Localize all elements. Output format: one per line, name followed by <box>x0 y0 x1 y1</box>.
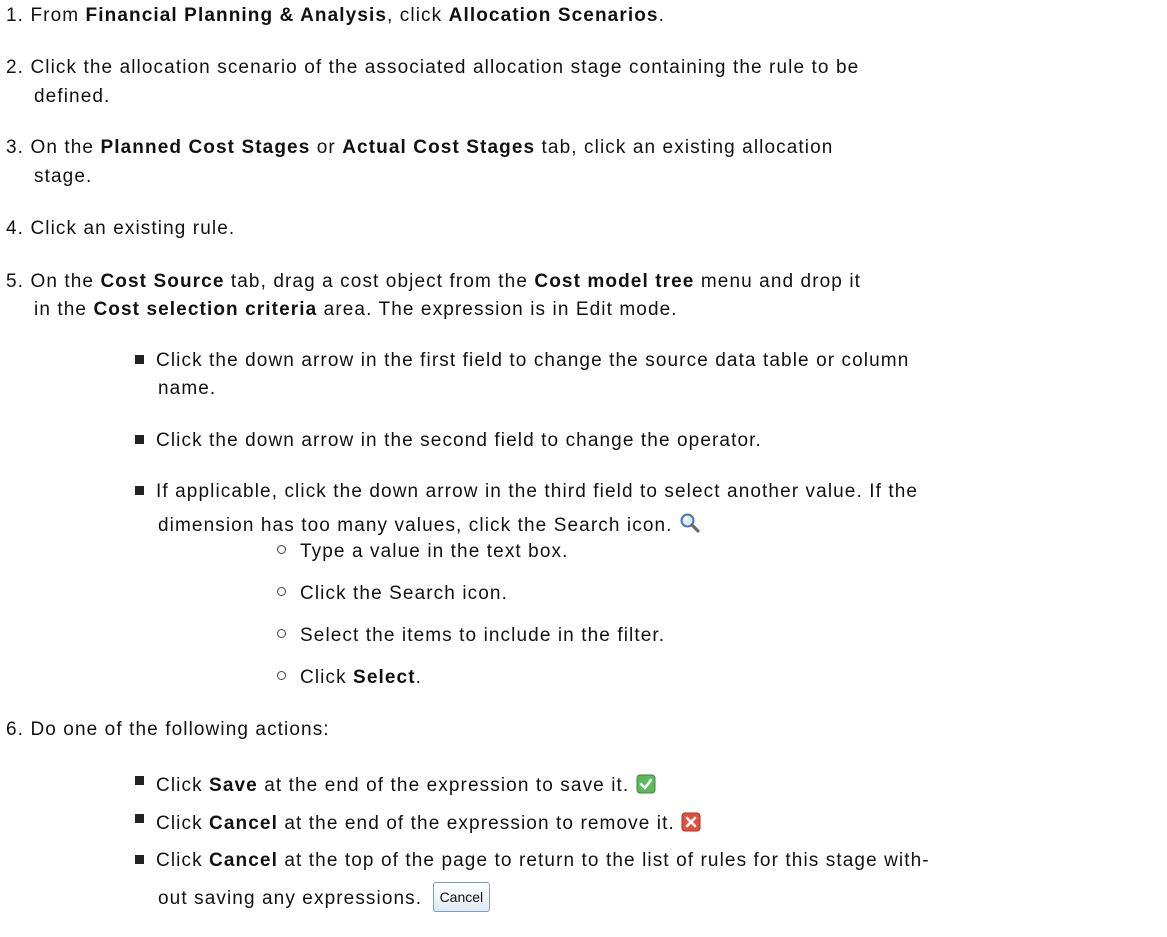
sub-bullet-item: Click Select. <box>277 666 422 690</box>
step-text: On the <box>30 271 101 292</box>
ui-term: Planned Cost Stages <box>100 137 311 158</box>
sub-bullet-item: Click the Search icon. <box>277 582 508 606</box>
ui-term: Allocation Scenarios <box>448 5 659 26</box>
ui-term: Save <box>209 775 258 796</box>
bullet-circle <box>277 545 286 554</box>
bullet-square <box>135 355 144 364</box>
bullet-item: If applicable, click the down arrow in t… <box>135 480 918 504</box>
action-item: Click Cancel at the end of the expressio… <box>135 812 701 839</box>
bullet-text: dimension has too many values, click the… <box>158 515 673 536</box>
step-number: 6. <box>6 719 25 740</box>
step-number: 5. <box>6 271 25 292</box>
step-text: tab, click an existing allocation <box>535 137 834 158</box>
action-text: Click <box>156 775 210 796</box>
step-text: On the <box>30 137 101 158</box>
step-1: 1. From Financial Planning & Analysis, c… <box>6 4 665 28</box>
step-number: 4. <box>6 218 25 239</box>
cancel-button: Cancel <box>432 882 491 912</box>
step-text: area. The expression is in Edit mode. <box>317 299 678 320</box>
sub-bullet-text: Click the Search icon. <box>300 583 508 604</box>
bullet-item: Click the down arrow in the first field … <box>135 349 909 373</box>
step-5-continued: in the Cost selection criteria area. The… <box>34 298 678 322</box>
action-text: at the end of the expression to save it. <box>257 775 630 796</box>
action-text: at the top of the page to return to the … <box>277 850 930 871</box>
step-text: tab, drag a cost object from the <box>224 271 535 292</box>
step-text: Click the allocation scenario of the ass… <box>30 57 860 78</box>
step-6: 6. Do one of the following actions: <box>6 718 330 742</box>
step-2-continued: defined. <box>34 86 111 107</box>
bullet-item-continued: dimension has too many values, click the… <box>158 512 701 541</box>
bullet-square <box>135 814 144 823</box>
bullet-circle <box>277 629 286 638</box>
step-number: 1. <box>6 5 25 26</box>
search-icon <box>679 512 701 541</box>
ui-term: Financial Planning & Analysis <box>85 5 388 26</box>
action-item: Click Save at the end of the expression … <box>135 774 656 801</box>
step-text: Do one of the following actions: <box>30 719 330 740</box>
bullet-square <box>135 855 144 864</box>
ui-term: Cancel <box>209 813 278 834</box>
action-text: Click <box>156 850 210 871</box>
ui-term: Actual Cost Stages <box>342 137 536 158</box>
bullet-circle <box>277 671 286 680</box>
step-text: . <box>658 5 665 26</box>
ui-term: Select <box>353 667 416 688</box>
step-text: or <box>310 137 343 158</box>
action-text: out saving any expressions. <box>158 888 423 909</box>
bullet-text: If applicable, click the down arrow in t… <box>156 481 919 502</box>
close-icon <box>681 812 701 839</box>
sub-bullet-text: Select the items to include in the filte… <box>300 625 666 646</box>
bullet-square <box>135 486 144 495</box>
bullet-square <box>135 435 144 444</box>
step-3: 3. On the Planned Cost Stages or Actual … <box>6 136 833 160</box>
step-2: 2. Click the allocation scenario of the … <box>6 56 859 80</box>
sub-bullet-text: . <box>415 667 423 688</box>
step-text: menu and drop it <box>694 271 862 292</box>
bullet-item-continued: name. <box>158 378 217 399</box>
ui-term: Cancel <box>209 850 278 871</box>
checkmark-icon <box>636 774 656 801</box>
step-5: 5. On the Cost Source tab, drag a cost o… <box>6 270 861 294</box>
sub-bullet-text: Click <box>300 667 354 688</box>
step-text: Click an existing rule. <box>30 218 236 239</box>
action-item: Click Cancel at the top of the page to r… <box>135 849 930 873</box>
step-text: in the <box>34 299 94 320</box>
sub-bullet-item: Select the items to include in the filte… <box>277 624 665 648</box>
bullet-item: Click the down arrow in the second field… <box>135 429 762 453</box>
bullet-text: Click the down arrow in the second field… <box>156 430 762 451</box>
step-number: 3. <box>6 137 25 158</box>
ui-term: Cost selection criteria <box>93 299 318 320</box>
ui-term: Cost model tree <box>534 271 695 292</box>
bullet-square <box>135 776 144 785</box>
bullet-circle <box>277 587 286 596</box>
step-4: 4. Click an existing rule. <box>6 217 235 241</box>
sub-bullet-text: Type a value in the text box. <box>300 541 569 562</box>
step-text: From <box>30 5 86 26</box>
step-number: 2. <box>6 57 25 78</box>
bullet-text: Click the down arrow in the first field … <box>156 350 910 371</box>
action-item-continued: out saving any expressions. Cancel <box>158 882 491 912</box>
sub-bullet-item: Type a value in the text box. <box>277 540 569 564</box>
action-text: at the end of the expression to remove i… <box>277 813 675 834</box>
step-3-continued: stage. <box>34 166 93 187</box>
action-text: Click <box>156 813 210 834</box>
step-text: , click <box>387 5 449 26</box>
ui-term: Cost Source <box>100 271 225 292</box>
